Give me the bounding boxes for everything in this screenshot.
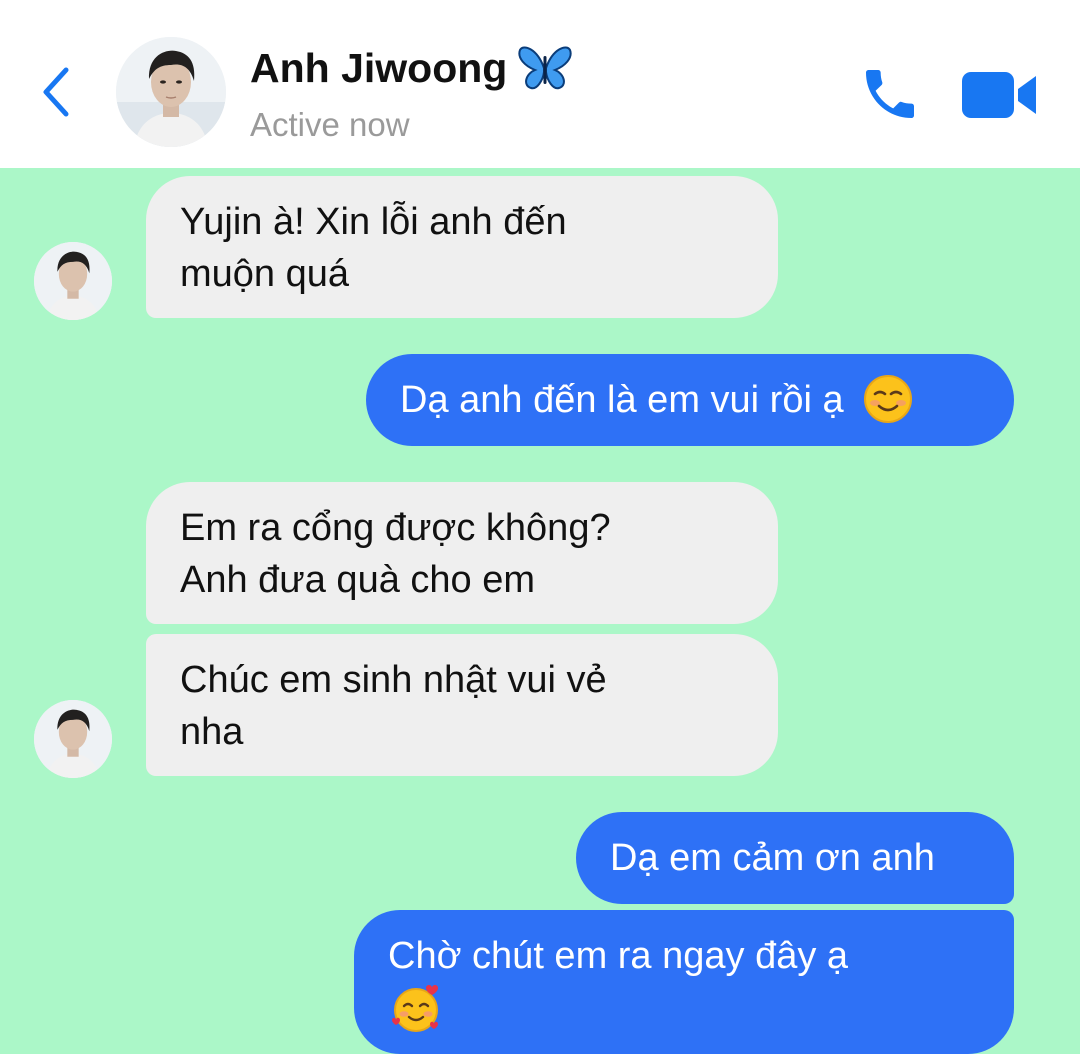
message-text-line: Em ra cổng được không? (180, 507, 611, 549)
message-text-line: Chờ chút em ra ngay đây ạ (388, 935, 849, 977)
message-text-line: muộn quá (180, 253, 350, 295)
phone-icon (866, 70, 914, 118)
video-call-button[interactable] (960, 68, 1040, 122)
message-text-line: Chúc em sinh nhật vui vẻ (180, 659, 607, 701)
message-bubble-incoming[interactable]: Chúc em sinh nhật vui vẻ nha (146, 634, 778, 776)
contact-name: Anh Jiwoong (250, 44, 573, 92)
message-text-line: Anh đưa quà cho em (180, 559, 536, 601)
smiling-face-with-hearts-icon (392, 984, 438, 1032)
back-button[interactable] (36, 62, 80, 122)
message-text-line: nha (180, 711, 244, 753)
contact-name-text: Anh Jiwoong (250, 44, 508, 91)
message-text-line: Dạ anh đến là em vui rồi ạ (400, 379, 844, 421)
smiling-face-icon (864, 374, 913, 423)
message-bubble-outgoing[interactable]: Dạ anh đến là em vui rồi ạ (366, 354, 1014, 446)
audio-call-button[interactable] (858, 62, 922, 126)
contact-avatar[interactable] (116, 37, 226, 147)
chevron-left-icon (43, 67, 69, 117)
video-camera-icon (962, 72, 1036, 118)
message-bubble-outgoing[interactable]: Chờ chút em ra ngay đây ạ (354, 910, 1014, 1054)
chat-header: Anh Jiwoong Active now (0, 0, 1080, 168)
butterfly-icon (517, 44, 573, 92)
message-bubble-outgoing[interactable]: Dạ em cảm ơn anh (576, 812, 1014, 904)
message-text-line: Yujin à! Xin lỗi anh đến (180, 201, 567, 243)
message-bubble-incoming[interactable]: Yujin à! Xin lỗi anh đến muộn quá (146, 176, 778, 318)
contact-message-avatar[interactable] (34, 242, 112, 320)
message-bubble-incoming[interactable]: Em ra cổng được không? Anh đưa quà cho e… (146, 482, 778, 624)
contact-message-avatar[interactable] (34, 700, 112, 778)
message-text-line: Dạ em cảm ơn anh (610, 837, 935, 879)
contact-status: Active now (250, 106, 410, 143)
